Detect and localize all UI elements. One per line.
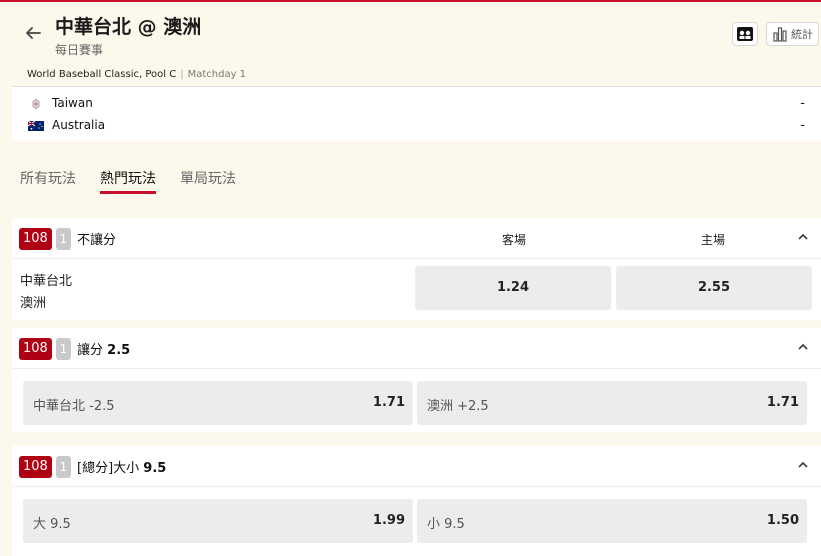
market-moneyline: 108 1 不讓分 客場 主場 中華台北 澳洲 1.24 2.55 bbox=[12, 218, 821, 320]
competition-name: World Baseball Classic, Pool C bbox=[27, 69, 177, 80]
odd-button-handicap-home[interactable]: 澳洲 +2.5 1.71 bbox=[417, 381, 807, 425]
competition-info: World Baseball Classic, Pool C | Matchday … bbox=[27, 69, 246, 80]
bar-chart-icon bbox=[773, 27, 787, 42]
selection-label: 大 9.5 bbox=[33, 517, 71, 532]
matchup-icon bbox=[737, 27, 753, 41]
matchday-label: Matchday 1 bbox=[187, 69, 247, 80]
team-row-home: Taiwan - bbox=[12, 94, 821, 114]
odd-button-over[interactable]: 大 9.5 1.99 bbox=[23, 499, 413, 543]
market-title: 不讓分 bbox=[77, 233, 117, 248]
odd-button-under[interactable]: 小 9.5 1.50 bbox=[417, 499, 807, 543]
taiwan-flag-icon bbox=[32, 99, 40, 109]
chevron-up-icon[interactable] bbox=[797, 460, 809, 470]
selection-label: 中華台北 -2.5 bbox=[33, 399, 115, 414]
separator: | bbox=[180, 69, 184, 80]
odd-value: 1.71 bbox=[372, 395, 405, 410]
market-id-badge: 108 bbox=[19, 338, 52, 360]
team-score: - bbox=[800, 96, 805, 111]
market-title-value: 9.5 bbox=[143, 461, 167, 476]
odd-value: 1.24 bbox=[496, 280, 530, 295]
tab-all-markets[interactable]: 所有玩法 bbox=[20, 168, 76, 188]
odd-button-home[interactable]: 2.55 bbox=[616, 266, 812, 310]
market-header[interactable]: 108 1 不讓分 客場 主場 bbox=[12, 218, 821, 259]
market-id-badge: 108 bbox=[19, 228, 52, 250]
market-title: 讓分 2.5 bbox=[77, 339, 130, 358]
stats-label: 統計 bbox=[791, 28, 813, 41]
team-row-away: Australia - bbox=[12, 116, 821, 136]
back-arrow-icon[interactable] bbox=[24, 24, 42, 42]
market-title-text: [總分]大小 bbox=[77, 461, 140, 476]
market-count-badge: 1 bbox=[56, 228, 71, 250]
column-header-away: 客場 bbox=[502, 233, 527, 247]
stats-button[interactable]: 統計 bbox=[766, 22, 819, 46]
page-subtitle: 每日賽事 bbox=[55, 43, 104, 57]
team-name: Australia bbox=[52, 118, 106, 132]
team-score: - bbox=[800, 118, 805, 133]
accent-top-line bbox=[0, 0, 821, 2]
odd-button-away[interactable]: 1.24 bbox=[415, 266, 611, 310]
market-count-badge: 1 bbox=[56, 338, 71, 360]
odd-value: 2.55 bbox=[697, 280, 731, 295]
market-title-value: 2.5 bbox=[107, 343, 131, 358]
market-header[interactable]: 108 1 [總分]大小 9.5 bbox=[12, 446, 821, 487]
australia-flag-icon bbox=[28, 121, 44, 131]
column-header-home: 主場 bbox=[701, 233, 726, 247]
matchup-button[interactable] bbox=[732, 22, 758, 46]
tab-inning-markets[interactable]: 單局玩法 bbox=[180, 168, 236, 188]
odd-value: 1.50 bbox=[766, 513, 799, 528]
page-title: 中華台北 @ 澳洲 bbox=[55, 16, 202, 38]
selection-label: 小 9.5 bbox=[427, 517, 465, 532]
market-handicap: 108 1 讓分 2.5 中華台北 -2.5 1.71 澳洲 +2.5 1.71 bbox=[12, 328, 821, 432]
team-name: Taiwan bbox=[52, 96, 93, 110]
matchup-team-away: 中華台北 bbox=[20, 274, 73, 289]
tab-popular-markets[interactable]: 熱門玩法 bbox=[100, 168, 156, 194]
chevron-up-icon[interactable] bbox=[797, 232, 809, 242]
odd-value: 1.99 bbox=[372, 513, 405, 528]
chevron-up-icon[interactable] bbox=[797, 342, 809, 352]
market-title-text: 讓分 bbox=[77, 343, 104, 358]
market-id-badge: 108 bbox=[19, 456, 52, 478]
market-over-under: 108 1 [總分]大小 9.5 大 9.5 1.99 小 9.5 1.50 bbox=[12, 446, 821, 556]
market-count-badge: 1 bbox=[56, 456, 71, 478]
matchup-team-home: 澳洲 bbox=[20, 296, 47, 311]
market-header[interactable]: 108 1 讓分 2.5 bbox=[12, 328, 821, 369]
odd-value: 1.71 bbox=[766, 395, 799, 410]
scoreboard: Taiwan - Australia - bbox=[12, 86, 821, 141]
odd-button-handicap-away[interactable]: 中華台北 -2.5 1.71 bbox=[23, 381, 413, 425]
selection-label: 澳洲 +2.5 bbox=[427, 399, 489, 414]
market-title: [總分]大小 9.5 bbox=[77, 457, 166, 476]
